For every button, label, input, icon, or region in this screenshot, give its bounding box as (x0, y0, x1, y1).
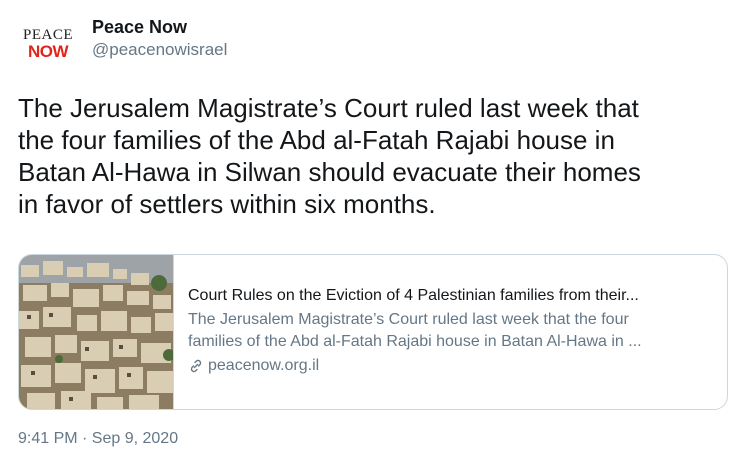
account-names: Peace Now @peacenowisrael (92, 16, 227, 62)
avatar-text-peace: PEACE (22, 27, 73, 43)
card-description-line: The Jerusalem Magistrate’s Court ruled l… (188, 311, 629, 328)
card-body: Court Rules on the Eviction of 4 Palesti… (174, 255, 727, 409)
tweet-timestamp[interactable]: 9:41 PM · Sep 9, 2020 (18, 429, 178, 449)
card-domain: peacenow.org.il (208, 357, 320, 374)
card-thumbnail[interactable] (19, 255, 174, 409)
tweet-text: The Jerusalem Magistrate’s Court ruled l… (18, 93, 641, 219)
avatar[interactable]: PEACE NOW (18, 14, 78, 74)
link-icon (188, 358, 204, 374)
link-preview-card[interactable]: Court Rules on the Eviction of 4 Palesti… (18, 254, 728, 410)
tweet-header: PEACE NOW Peace Now @peacenowisrael (18, 14, 227, 74)
card-title: Court Rules on the Eviction of 4 Palesti… (188, 287, 639, 304)
hillside-houses-photo (19, 255, 173, 409)
avatar-text-now: NOW (27, 42, 69, 61)
card-description: The Jerusalem Magistrate’s Court ruled l… (188, 309, 711, 353)
card-description-line: families of the Abd al-Fatah Rajabi hous… (188, 333, 642, 350)
display-name[interactable]: Peace Now (92, 16, 227, 38)
card-link[interactable]: peacenow.org.il (188, 355, 711, 377)
account-handle[interactable]: @peacenowisrael (92, 38, 227, 62)
